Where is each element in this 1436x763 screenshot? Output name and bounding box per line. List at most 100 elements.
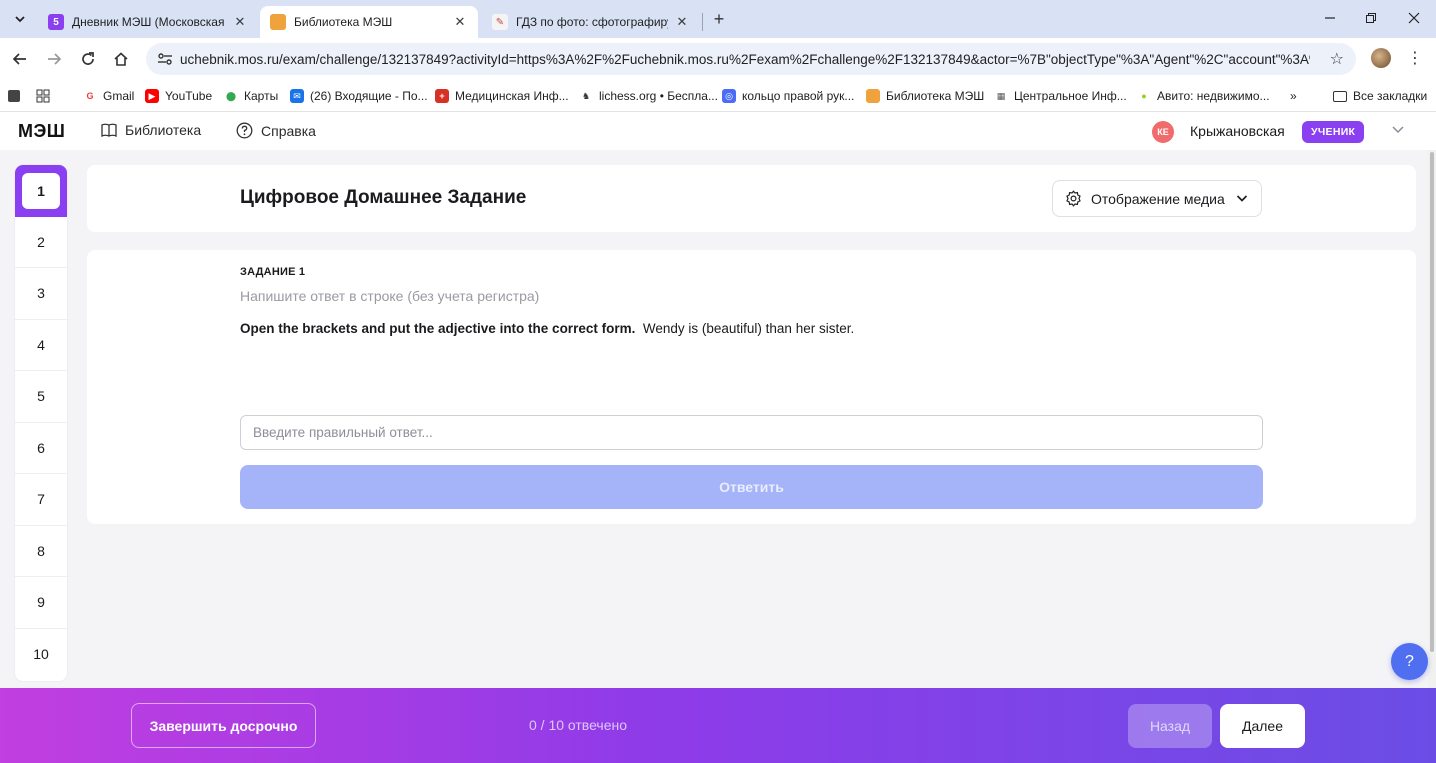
address-bar[interactable]: uchebnik.mos.ru/exam/challenge/132137849…: [146, 43, 1356, 75]
bookmark-medical[interactable]: + Медицинская Инф...: [435, 86, 569, 106]
nav-help[interactable]: Справка: [236, 122, 316, 139]
bookmark-central-info[interactable]: ▦ Центральное Инф...: [994, 86, 1127, 106]
media-display-label: Отображение медиа: [1091, 190, 1225, 207]
question-nav-item[interactable]: 10: [15, 629, 67, 681]
restore-icon[interactable]: [1357, 6, 1385, 30]
bookmark-label: (26) Входящие - По...: [310, 89, 428, 103]
browser-tab-bar: 5 Дневник МЭШ (Московская э ✕ Библиотека…: [0, 0, 1436, 38]
mesh-library-favicon-icon: [270, 14, 286, 30]
question-nav-item[interactable]: 6: [15, 423, 67, 474]
question-nav-item[interactable]: 8: [15, 526, 67, 577]
user-avatar[interactable]: КЕ: [1152, 121, 1174, 143]
profile-avatar[interactable]: [1371, 48, 1391, 68]
bookmark-avito[interactable]: ● Авито: недвижимо...: [1137, 86, 1270, 106]
bookmark-lichess[interactable]: ♞ lichess.org • Беспла...: [579, 86, 718, 106]
back-arrow-icon[interactable]: [7, 46, 33, 72]
bookmark-label: Медицинская Инф...: [455, 89, 569, 103]
maps-icon: ⬤: [224, 89, 238, 103]
question-nav-item[interactable]: 9: [15, 577, 67, 629]
help-button[interactable]: ?: [1391, 643, 1428, 680]
bookmark-label: Gmail: [103, 89, 135, 103]
central-info-icon: ▦: [994, 89, 1008, 103]
youtube-icon: ▶: [145, 89, 159, 103]
tab-title: ГДЗ по фото: сфотографируй з: [516, 15, 668, 29]
question-number: 1: [22, 172, 60, 209]
browser-tab-gdz[interactable]: ✎ ГДЗ по фото: сфотографируй з ✕: [482, 6, 700, 38]
new-tab-plus-icon[interactable]: +: [708, 8, 730, 30]
scrollbar-thumb[interactable]: [1430, 152, 1434, 652]
gdz-favicon-icon: ✎: [492, 14, 508, 30]
avito-icon: ●: [1137, 89, 1151, 103]
page-scrollbar[interactable]: [1428, 150, 1436, 688]
title-card: Цифровое Домашнее Задание Отображение ме…: [87, 165, 1416, 232]
docs-icon: ◎: [722, 89, 736, 103]
nav-library[interactable]: Библиотека: [101, 122, 201, 138]
question-nav-item[interactable]: 4: [15, 320, 67, 371]
task-card: ЗАДАНИЕ 1 Напишите ответ в строке (без у…: [87, 250, 1416, 524]
bookmark-maps[interactable]: ⬤ Карты: [224, 86, 278, 106]
back-button[interactable]: Назад: [1128, 704, 1212, 748]
submit-answer-button[interactable]: Ответить: [240, 465, 1263, 509]
question-navigator: 1 2 3 4 5 6 7 8 9 10: [15, 165, 67, 681]
mesh-logo[interactable]: МЭШ: [18, 121, 65, 142]
tab-title: Дневник МЭШ (Московская э: [72, 15, 226, 29]
task-hint: Напишите ответ в строке (без учета регис…: [240, 288, 540, 304]
tab-search-button[interactable]: [8, 7, 32, 31]
bookmark-label: lichess.org • Беспла...: [599, 89, 718, 103]
medical-icon: +: [435, 89, 449, 103]
bookmark-label: Все закладки: [1353, 89, 1428, 103]
question-nav-item[interactable]: 2: [15, 217, 67, 268]
answered-progress: 0 / 10 отвечено: [529, 717, 628, 733]
bookmark-youtube[interactable]: ▶ YouTube: [145, 86, 212, 106]
reload-icon[interactable]: [75, 46, 101, 72]
bookmark-mesh-library[interactable]: Библиотека МЭШ: [866, 86, 984, 106]
tab-divider: [702, 13, 703, 31]
minimize-icon[interactable]: [1316, 6, 1344, 30]
bookmark-label: Центральное Инф...: [1014, 89, 1127, 103]
close-window-icon[interactable]: [1400, 6, 1428, 30]
question-nav-item[interactable]: 3: [15, 268, 67, 320]
bookmark-label: Библиотека МЭШ: [886, 89, 985, 103]
nav-label: Библиотека: [125, 122, 202, 138]
bookmark-inbox[interactable]: ✉ (26) Входящие - По...: [290, 86, 428, 106]
lichess-icon: ♞: [579, 89, 593, 103]
home-icon[interactable]: [108, 46, 134, 72]
bookmark-gmail[interactable]: G Gmail: [83, 86, 134, 106]
gmail-icon: G: [83, 89, 97, 103]
book-icon: [101, 123, 117, 137]
user-name[interactable]: Крыжановская: [1190, 123, 1285, 139]
browser-toolbar: uchebnik.mos.ru/exam/challenge/132137849…: [0, 38, 1436, 80]
url-text: uchebnik.mos.ru/exam/challenge/132137849…: [180, 51, 1310, 67]
question-nav-item[interactable]: 1: [15, 165, 67, 217]
site-header: МЭШ Библиотека Справка КЕ Крыжановская У…: [0, 112, 1436, 150]
page-title: Цифровое Домашнее Задание: [240, 187, 527, 208]
bookmarks-more-button[interactable]: »: [1290, 86, 1297, 106]
browser-tab-dnevnik[interactable]: 5 Дневник МЭШ (Московская э ✕: [38, 6, 258, 38]
task-text: Open the brackets and put the adjective …: [240, 321, 854, 336]
question-nav-item[interactable]: 5: [15, 371, 67, 423]
bookmark-star-icon[interactable]: ☆: [1330, 49, 1344, 69]
close-tab-icon[interactable]: ✕: [674, 14, 690, 30]
browser-menu-icon[interactable]: ⋮: [1405, 46, 1425, 70]
answer-input[interactable]: [240, 415, 1263, 450]
bookmark-docs[interactable]: ◎ кольцо правой рук...: [722, 86, 854, 106]
forward-arrow-icon[interactable]: [41, 46, 67, 72]
finish-early-button[interactable]: Завершить досрочно: [131, 703, 316, 748]
all-bookmarks-button[interactable]: Все закладки: [1333, 86, 1427, 106]
gear-icon: [1065, 190, 1082, 207]
bookmark-label: Карты: [244, 89, 279, 103]
question-nav-item[interactable]: 7: [15, 474, 67, 526]
chevron-down-icon: [1235, 191, 1249, 205]
close-tab-icon[interactable]: ✕: [232, 14, 248, 30]
media-display-dropdown[interactable]: Отображение медиа: [1052, 180, 1262, 217]
site-settings-icon[interactable]: [150, 52, 180, 66]
browser-tab-library[interactable]: Библиотека МЭШ ✕: [260, 6, 478, 38]
role-badge: УЧЕНИК: [1302, 121, 1365, 143]
task-instruction: Open the brackets and put the adjective …: [240, 321, 636, 336]
next-button[interactable]: Далее: [1220, 704, 1305, 748]
tab-title: Библиотека МЭШ: [294, 15, 393, 29]
close-tab-icon[interactable]: ✕: [452, 14, 468, 30]
sidebar-toggle-icon[interactable]: [8, 86, 20, 106]
user-menu-chevron-icon[interactable]: [1391, 122, 1405, 141]
apps-grid-icon[interactable]: [36, 86, 50, 106]
